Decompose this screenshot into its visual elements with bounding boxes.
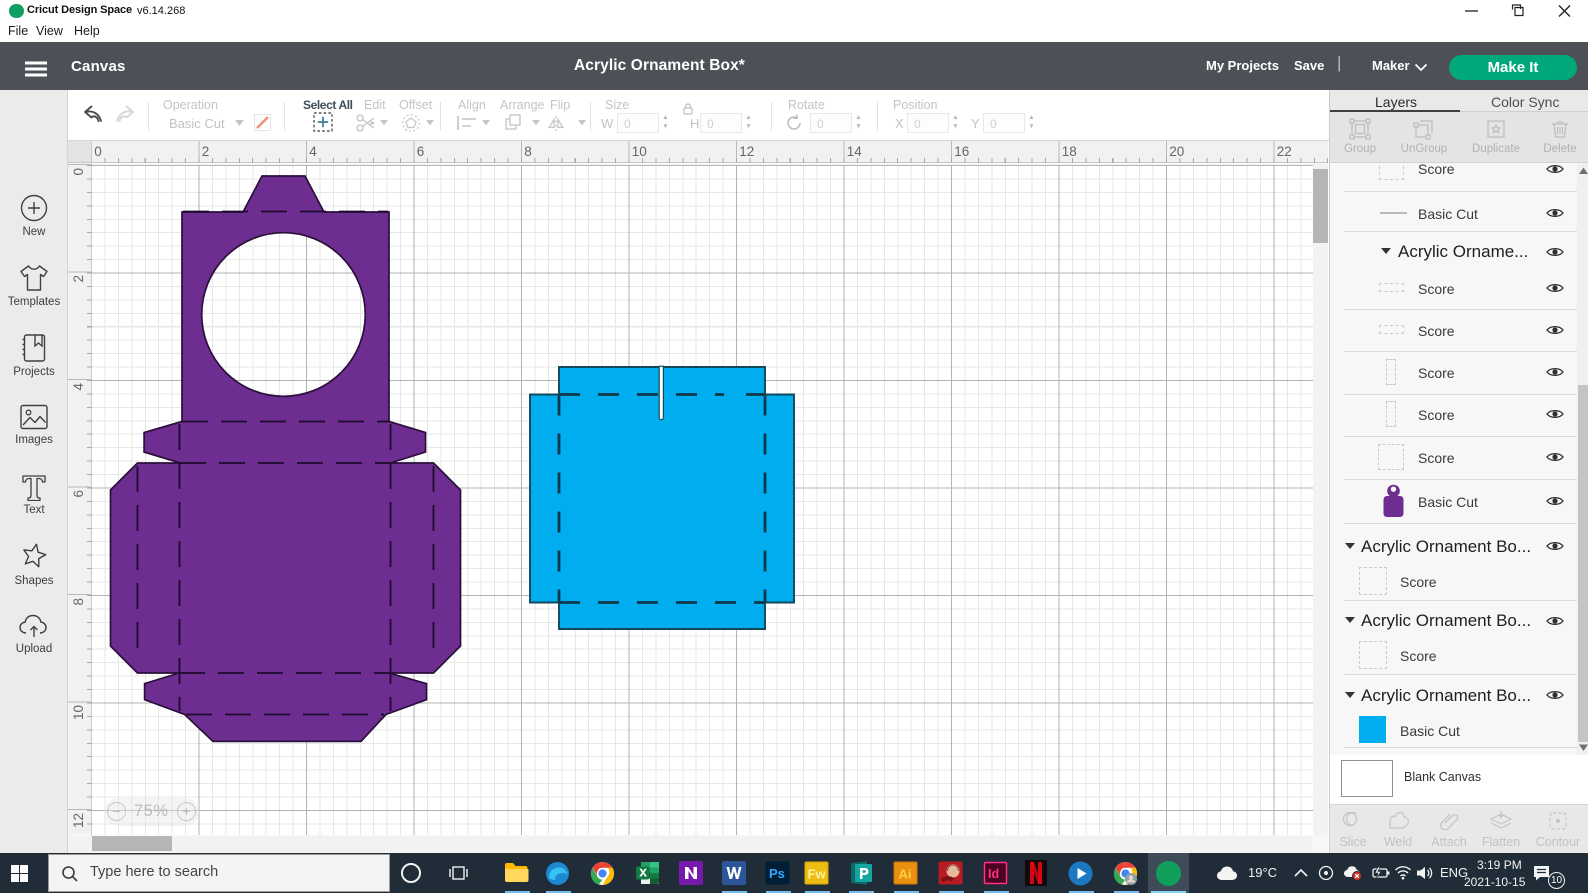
svg-text:Ai: Ai xyxy=(899,867,912,882)
svg-text:Ps: Ps xyxy=(769,866,785,881)
svg-text:Fw: Fw xyxy=(808,867,827,882)
svg-text:Id: Id xyxy=(988,867,999,881)
